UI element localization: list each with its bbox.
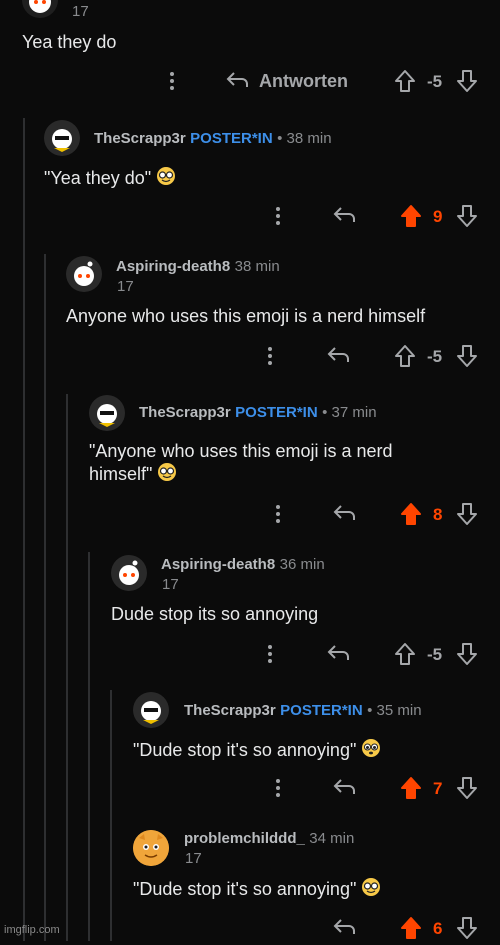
username[interactable]: TheScrapp3r <box>139 404 231 421</box>
username[interactable]: Aspiring-death8 <box>161 556 275 573</box>
comment-body: Dude stop its so annoying <box>111 604 319 624</box>
user-flair: POSTER*IN <box>190 130 273 147</box>
more-options-icon[interactable] <box>274 205 282 232</box>
avatar[interactable] <box>44 120 80 156</box>
comment-body: "Dude stop it's so annoying" <box>133 877 381 902</box>
downvote-icon[interactable] <box>456 69 478 98</box>
more-options-icon[interactable] <box>274 503 282 530</box>
comment-header: TheScrapp3r POSTER*IN • 35 min <box>184 702 422 720</box>
timestamp: • 37 min <box>322 404 377 421</box>
vote-score: 9 <box>433 207 443 226</box>
comment-header: TheScrapp3r POSTER*IN • 38 min <box>94 130 332 148</box>
comment-body: "Anyone who uses this emoji is a nerd hi… <box>89 440 393 487</box>
upvote-icon[interactable] <box>394 69 416 98</box>
vote-score: 6 <box>433 919 443 938</box>
reply-button[interactable]: Antworten <box>259 71 348 92</box>
avatar[interactable] <box>89 395 125 431</box>
account-age: 17 <box>162 576 179 593</box>
account-age: 17 <box>185 850 202 867</box>
timestamp: • 35 min <box>367 702 422 719</box>
comment-header: TheScrapp3r POSTER*IN • 37 min <box>139 404 377 422</box>
comment-text-line: "Anyone who uses this emoji is a nerd <box>89 441 393 461</box>
downvote-icon[interactable] <box>456 344 478 373</box>
reply-icon[interactable] <box>332 917 356 942</box>
more-options-icon[interactable] <box>266 643 274 670</box>
user-flair: POSTER*IN <box>280 702 363 719</box>
timestamp: 36 min <box>279 556 325 573</box>
upvote-icon[interactable] <box>400 204 422 233</box>
thread-line <box>66 394 68 941</box>
comment-text: "Dude stop it's so annoying" <box>133 740 357 760</box>
comment-body: "Dude stop it's so annoying" <box>133 738 381 763</box>
watermark: imgflip.com <box>4 924 60 936</box>
upvote-icon[interactable] <box>394 642 416 671</box>
downvote-icon[interactable] <box>456 204 478 233</box>
nerd-face-emoji-icon <box>157 462 177 487</box>
username[interactable]: problemchilddd_ <box>184 830 305 847</box>
user-flair: POSTER*IN <box>235 404 318 421</box>
downvote-icon[interactable] <box>456 642 478 671</box>
reply-icon[interactable] <box>332 777 356 802</box>
vote-score: -5 <box>427 645 443 664</box>
username[interactable]: TheScrapp3r <box>184 702 276 719</box>
avatar[interactable] <box>66 256 102 292</box>
more-options-icon[interactable] <box>168 70 176 97</box>
vote-score: -5 <box>427 72 443 91</box>
comment-text: "Yea they do" <box>44 168 152 188</box>
comment-text: himself" <box>89 464 153 484</box>
thread-line <box>23 118 25 941</box>
downvote-icon[interactable] <box>456 776 478 805</box>
thread-line <box>88 552 90 941</box>
reply-icon[interactable] <box>225 70 249 95</box>
nerd-face-emoji-icon <box>156 166 176 191</box>
reply-icon[interactable] <box>326 643 350 668</box>
avatar[interactable] <box>133 692 169 728</box>
reply-icon[interactable] <box>332 205 356 230</box>
comment-header: problemchilddd_ 34 min <box>184 830 354 848</box>
comment-body: "Yea they do" <box>44 166 176 191</box>
username[interactable]: TheScrapp3r <box>94 130 186 147</box>
account-age: 17 <box>117 278 134 295</box>
comment-text-line: himself" <box>89 462 393 487</box>
upvote-icon[interactable] <box>394 344 416 373</box>
thread-line <box>110 690 112 941</box>
timestamp: • 38 min <box>277 130 332 147</box>
reply-icon[interactable] <box>326 345 350 370</box>
comment-body: Yea they do <box>22 32 117 52</box>
vote-score: 7 <box>433 779 443 798</box>
avatar[interactable] <box>111 555 147 591</box>
comment-header: Aspiring-death8 36 min <box>161 556 325 574</box>
comment-header: Aspiring-death8 38 min <box>116 258 280 276</box>
vote-score: -5 <box>427 347 443 366</box>
upvote-icon[interactable] <box>400 502 422 531</box>
upvote-icon[interactable] <box>400 776 422 805</box>
nerd-face-emoji-icon <box>361 877 381 902</box>
avatar[interactable] <box>22 0 58 18</box>
timestamp: 38 min <box>234 258 280 275</box>
account-age: 17 <box>72 3 89 20</box>
thread-line <box>44 254 46 941</box>
vote-score: 8 <box>433 505 443 524</box>
username[interactable]: Aspiring-death8 <box>116 258 230 275</box>
more-options-icon[interactable] <box>274 777 282 804</box>
downvote-icon[interactable] <box>456 502 478 531</box>
more-options-icon[interactable] <box>266 345 274 372</box>
pleading-face-emoji-icon <box>361 738 381 763</box>
reply-icon[interactable] <box>332 503 356 528</box>
avatar[interactable] <box>133 830 169 866</box>
timestamp: 34 min <box>309 830 355 847</box>
comment-text: "Dude stop it's so annoying" <box>133 879 357 899</box>
comment-body: Anyone who uses this emoji is a nerd him… <box>66 306 426 326</box>
